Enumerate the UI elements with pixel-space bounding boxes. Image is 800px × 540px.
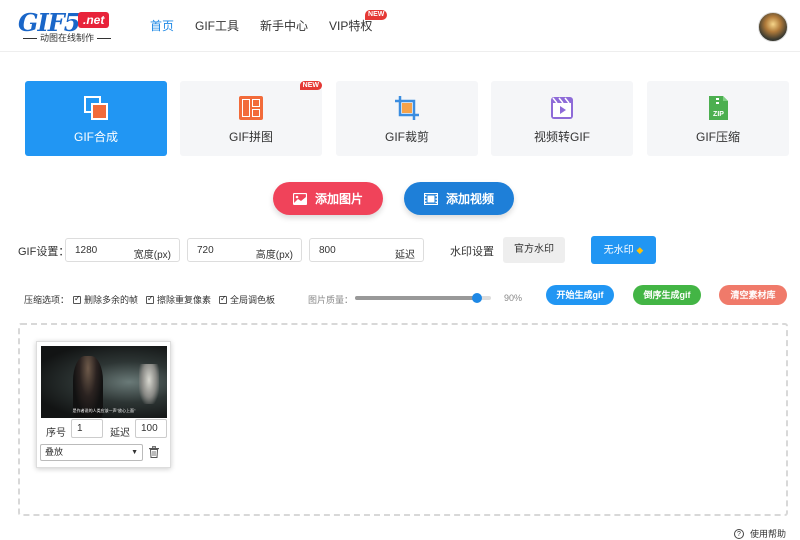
- quality-label: 图片质量：: [308, 295, 354, 305]
- add-image-label: 添加图片: [314, 192, 363, 206]
- no-watermark-label: 无水印: [603, 245, 634, 256]
- quality-slider-knob[interactable]: [472, 293, 483, 303]
- official-watermark-button[interactable]: 官方水印: [503, 237, 565, 263]
- delay-field[interactable]: 800 延迟: [309, 238, 424, 262]
- height-unit: 高度(px): [255, 250, 293, 261]
- help-label: 使用帮助: [750, 529, 787, 539]
- question-icon: ?: [734, 528, 744, 539]
- checkbox[interactable]: [73, 294, 81, 304]
- tool-video-to-gif[interactable]: 视频转GIF: [491, 81, 633, 156]
- compression-label: 压缩选项：: [24, 295, 70, 305]
- option-label: 删除多余的帧: [84, 295, 139, 305]
- width-unit: 宽度(px): [133, 250, 171, 261]
- checkbox[interactable]: [146, 294, 154, 304]
- chevron-down-icon: ▼: [131, 449, 138, 456]
- image-icon: [292, 192, 307, 205]
- width-field[interactable]: 1280 宽度(px): [65, 238, 180, 262]
- new-badge: NEW: [365, 10, 388, 20]
- delay-value: 800: [319, 245, 336, 256]
- reverse-generate-button[interactable]: 倒序生成gif: [633, 285, 701, 305]
- collage-icon: [239, 96, 263, 120]
- width-value: 1280: [75, 245, 98, 256]
- frame-delay-label: 延迟: [110, 428, 130, 439]
- tool-label: 视频转GIF: [534, 130, 590, 144]
- generate-gif-button[interactable]: 开始生成gif: [546, 285, 614, 305]
- tool-label: GIF合成: [74, 130, 118, 144]
- no-watermark-button[interactable]: 无水印 ◆: [591, 236, 656, 264]
- zip-icon: ZIP: [709, 96, 728, 120]
- main-nav: 首页 GIF工具 新手中心 VIP特权 NEW: [150, 10, 388, 34]
- user-avatar[interactable]: [758, 12, 788, 42]
- height-value: 720: [197, 245, 214, 256]
- height-field[interactable]: 720 高度(px): [187, 238, 302, 262]
- frame-delay-input[interactable]: 100: [135, 419, 167, 438]
- video-icon: [551, 97, 573, 119]
- thumbnail-subtitle: 是作者说的人类应该一声"放心上面": [72, 408, 136, 413]
- nav-vip[interactable]: VIP特权 NEW: [329, 10, 388, 34]
- diamond-icon: ◆: [636, 245, 644, 255]
- clear-library-button[interactable]: 清空素材库: [719, 285, 787, 305]
- frame-seq-input[interactable]: 1: [71, 419, 103, 438]
- tool-gif-crop[interactable]: GIF裁剪: [336, 81, 478, 156]
- new-badge: NEW: [299, 81, 322, 90]
- nav-gif-tools[interactable]: GIF工具: [195, 17, 239, 34]
- option-label: 全局调色板: [230, 295, 276, 305]
- add-video-label: 添加视频: [445, 192, 494, 206]
- option-global-palette[interactable]: 全局调色板: [219, 293, 275, 306]
- frame-thumbnail[interactable]: 是作者说的人类应该一声"放心上面": [41, 346, 167, 418]
- nav-beginner-center[interactable]: 新手中心: [260, 17, 308, 34]
- top-header: GIF5 .net 动图在线制作 首页 GIF工具 新手中心 VIP特权 NEW: [0, 0, 800, 52]
- tool-gif-compress[interactable]: ZIP GIF压缩: [647, 81, 789, 156]
- add-image-button[interactable]: 添加图片: [273, 182, 383, 215]
- tool-gif-collage[interactable]: GIF拼图 NEW: [180, 81, 322, 156]
- delay-unit: 延迟: [395, 250, 415, 261]
- help-link[interactable]: ? 使用帮助: [734, 527, 786, 540]
- tool-gif-merge[interactable]: GIF合成: [25, 81, 167, 156]
- crop-icon: [395, 96, 419, 120]
- zip-icon-text: ZIP: [713, 111, 724, 118]
- tool-label: GIF拼图: [229, 130, 273, 144]
- thumbnail-figure: [139, 364, 159, 404]
- watermark-label: 水印设置: [450, 246, 494, 258]
- frame-mode-value: 叠放: [45, 447, 64, 457]
- trash-icon[interactable]: [149, 446, 159, 458]
- frame-seq-label: 序号: [46, 428, 66, 439]
- film-icon: [423, 192, 438, 205]
- checkbox[interactable]: [219, 294, 227, 304]
- option-remove-frames[interactable]: 删除多余的帧: [73, 293, 138, 306]
- site-logo[interactable]: GIF5 .net 动图在线制作: [18, 8, 118, 44]
- nav-vip-label: VIP特权: [329, 19, 373, 33]
- option-label: 擦除重复像素: [157, 295, 212, 305]
- option-erase-pixels[interactable]: 擦除重复像素: [146, 293, 211, 306]
- quality-slider[interactable]: [355, 293, 491, 303]
- gif-settings-label: GIF设置：: [18, 246, 70, 258]
- merge-icon: [84, 96, 108, 120]
- nav-home[interactable]: 首页: [150, 17, 174, 34]
- tool-label: GIF压缩: [696, 130, 740, 144]
- frame-mode-select[interactable]: 叠放 ▼: [40, 444, 143, 461]
- add-video-button[interactable]: 添加视频: [404, 182, 514, 215]
- quality-value: 90%: [504, 293, 523, 303]
- quality-slider-fill: [355, 296, 478, 300]
- logo-subtitle: 动图在线制作: [20, 31, 114, 44]
- tool-label: GIF裁剪: [385, 130, 429, 144]
- logo-net-badge: .net: [78, 12, 110, 28]
